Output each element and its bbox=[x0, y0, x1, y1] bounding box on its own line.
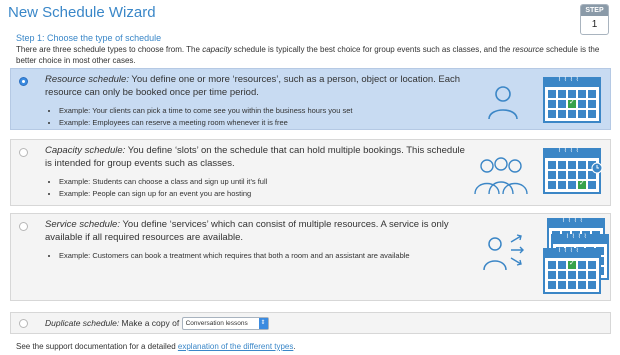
service-illustration: ⌇⌇⌇⌇ ⌇⌇⌇⌇ ⌇⌇⌇⌇ bbox=[481, 218, 609, 298]
step-indicator: STEP 1 bbox=[580, 4, 609, 35]
option-resource-schedule[interactable]: Resource schedule: You define one or mor… bbox=[10, 68, 611, 130]
option-name: Duplicate schedule: bbox=[45, 318, 120, 328]
radio-resource[interactable] bbox=[19, 77, 28, 86]
clock-badge-icon bbox=[591, 162, 603, 174]
step-title: Step 1: Choose the type of schedule bbox=[16, 33, 162, 43]
radio-service[interactable] bbox=[19, 222, 28, 231]
duplicate-text: Make a copy of bbox=[119, 318, 182, 328]
list-item: Example: Your clients can pick a time to… bbox=[59, 105, 465, 117]
group-people-icon bbox=[474, 157, 528, 195]
select-value: Conversation lessons bbox=[185, 320, 248, 328]
chevron-down-icon: ⇕ bbox=[258, 318, 268, 330]
step-label: STEP bbox=[581, 5, 608, 16]
schedule-select[interactable]: Conversation lessons ⇕ bbox=[181, 317, 269, 331]
resource-illustration: ⌇⌇⌇⌇ bbox=[481, 75, 606, 125]
option-name: Resource schedule: bbox=[45, 74, 129, 85]
list-item: Example: Employees can reserve a meeting… bbox=[59, 117, 465, 129]
list-item: Example: Customers can book a treatment … bbox=[59, 250, 465, 262]
option-duplicate-schedule[interactable]: Duplicate schedule: Make a copy of Conve… bbox=[10, 312, 611, 334]
wizard-title: New Schedule Wizard bbox=[8, 4, 156, 21]
person-arrows-icon bbox=[483, 234, 524, 271]
option-service-schedule[interactable]: Service schedule: You define ‘services’ … bbox=[10, 213, 611, 301]
intro-text: There are three schedule types to choose… bbox=[16, 45, 600, 65]
option-name: Capacity schedule: bbox=[45, 145, 126, 156]
calendar-icon-front: ⌇⌇⌇⌇ bbox=[543, 248, 601, 294]
list-item: Example: People can sign up for an event… bbox=[59, 188, 465, 200]
capacity-illustration: ⌇⌇⌇⌇ bbox=[471, 146, 606, 201]
list-item: Example: Students can choose a class and… bbox=[59, 176, 465, 188]
footer-note: See the support documentation for a deta… bbox=[16, 342, 296, 351]
option-name: Service schedule: bbox=[45, 219, 120, 230]
single-person-icon bbox=[488, 86, 518, 120]
step-number: 1 bbox=[591, 19, 598, 30]
radio-duplicate[interactable] bbox=[19, 319, 28, 328]
option-capacity-schedule[interactable]: Capacity schedule: You define ‘slots’ on… bbox=[10, 139, 611, 206]
calendar-icon: ⌇⌇⌇⌇ bbox=[543, 77, 601, 123]
docs-link[interactable]: explanation of the different types bbox=[178, 342, 294, 351]
radio-capacity[interactable] bbox=[19, 148, 28, 157]
